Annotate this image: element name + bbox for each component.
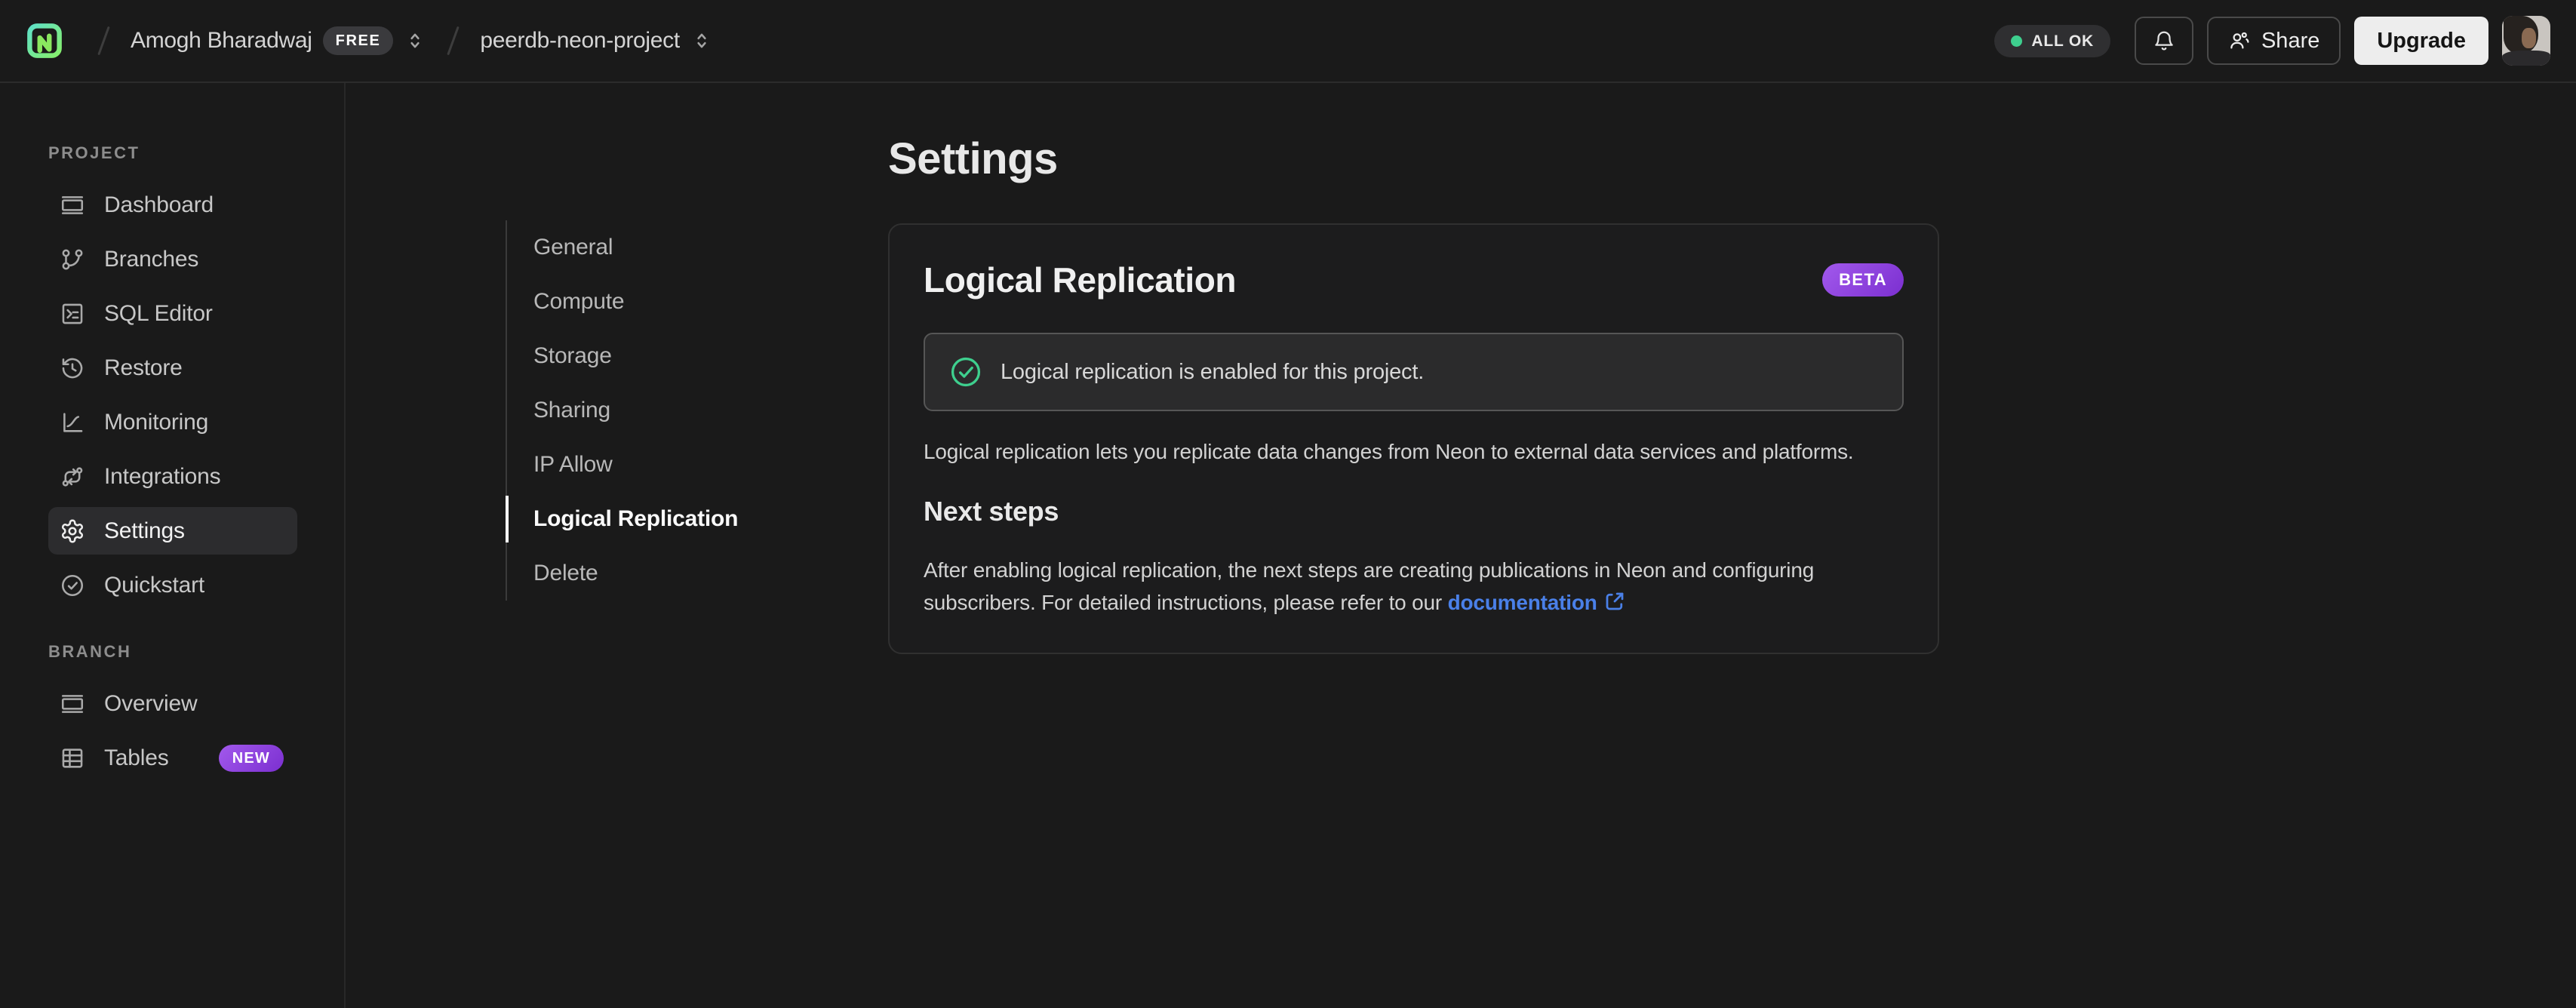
sidebar: PROJECT Dashboard Branches SQL Editor Re… [0,83,346,1008]
sidebar-item-restore[interactable]: Restore [48,344,297,392]
table-icon [60,745,85,771]
avatar-art [2522,28,2536,48]
sidebar-item-settings[interactable]: Settings [48,507,297,555]
next-steps-title: Next steps [924,496,1059,527]
settings-nav-storage[interactable]: Storage [507,329,807,383]
sidebar-section-project: PROJECT [48,143,140,162]
sidebar-item-label: Quickstart [104,572,205,598]
check-circle-icon [60,573,85,598]
page-title: Settings [888,134,1058,183]
upgrade-button[interactable]: Upgrade [2354,17,2488,65]
branch-nav: Overview Tables NEW [48,680,344,782]
settings-nav-compute[interactable]: Compute [507,275,807,329]
share-label: Share [2261,28,2320,53]
terminal-icon [60,301,85,327]
settings-subnav: General Compute Storage Sharing IP Allow… [506,220,807,601]
notifications-button[interactable] [2134,17,2193,65]
neon-logo-icon[interactable] [26,22,63,60]
gear-icon [60,518,85,544]
sidebar-item-sql-editor[interactable]: SQL Editor [48,290,297,337]
sidebar-item-tables[interactable]: Tables NEW [48,734,297,782]
history-icon [60,355,85,381]
users-icon [2230,32,2249,49]
sidebar-item-label: Tables [104,745,169,770]
card-header: Logical Replication BETA [924,257,1904,303]
card-title: Logical Replication [924,260,1237,300]
external-link-icon[interactable] [1603,590,1626,613]
share-button[interactable]: Share [2206,17,2341,65]
success-alert: Logical replication is enabled for this … [924,333,1904,411]
sidebar-section-branch: BRANCH [48,642,132,661]
status-dot-icon [2011,35,2023,47]
breadcrumb-separator [447,26,460,56]
sidebar-item-label: Integrations [104,463,221,489]
check-circle-icon [951,357,981,387]
org-switcher-chevrons-icon[interactable] [404,29,426,52]
logical-replication-card: Logical Replication BETA Logical replica… [888,223,1939,654]
sidebar-item-label: Monitoring [104,409,209,435]
next-steps-text: After enabling logical replication, the … [924,558,1815,614]
sidebar-item-label: Restore [104,355,183,380]
bell-icon [2155,31,2173,51]
alert-text: Logical replication is enabled for this … [1001,359,1425,384]
avatar-art [2502,51,2550,66]
chart-icon [60,410,85,435]
breadcrumb: Amogh Bharadwaj FREE peerdb-neon-project [26,22,713,60]
settings-nav-ip-allow[interactable]: IP Allow [507,438,807,492]
workflow-icon [60,464,85,490]
beta-badge: BETA [1822,263,1904,297]
org-name[interactable]: Amogh Bharadwaj [131,28,312,54]
next-steps-paragraph: After enabling logical replication, the … [924,554,1904,619]
sidebar-item-label: Dashboard [104,192,214,217]
sidebar-item-overview[interactable]: Overview [48,680,297,727]
status-label: ALL OK [2031,32,2094,50]
sidebar-item-integrations[interactable]: Integrations [48,453,297,500]
sidebar-item-quickstart[interactable]: Quickstart [48,561,297,609]
neon-console: Amogh Bharadwaj FREE peerdb-neon-project… [0,0,2576,1008]
main-content: Settings Logical Replication BETA Logica… [888,83,1944,654]
top-bar-actions: ALL OK Share Upgrade [1994,16,2550,66]
sidebar-item-branches[interactable]: Branches [48,235,297,283]
settings-nav-general[interactable]: General [507,220,807,275]
breadcrumb-separator [97,26,110,56]
project-name[interactable]: peerdb-neon-project [480,28,680,54]
git-branch-icon [60,247,85,272]
sidebar-item-label: Settings [104,518,185,543]
top-bar: Amogh Bharadwaj FREE peerdb-neon-project… [0,0,2576,83]
settings-nav-delete[interactable]: Delete [507,546,807,601]
plan-badge: FREE [322,26,394,55]
dashboard-icon [60,691,85,717]
dashboard-icon [60,192,85,218]
card-description: Logical replication lets you replicate d… [924,440,1854,463]
new-badge: NEW [218,744,284,772]
sidebar-item-label: SQL Editor [104,300,213,326]
sidebar-item-dashboard[interactable]: Dashboard [48,181,297,229]
sidebar-item-monitoring[interactable]: Monitoring [48,398,297,446]
project-nav: Dashboard Branches SQL Editor Restore Mo… [48,181,344,609]
sidebar-item-label: Branches [104,246,199,272]
user-avatar[interactable] [2502,16,2550,66]
status-badge[interactable]: ALL OK [1994,24,2110,57]
documentation-link[interactable]: documentation [1448,591,1597,614]
sidebar-item-label: Overview [104,690,198,716]
settings-nav-logical-replication[interactable]: Logical Replication [506,492,807,546]
project-switcher-chevrons-icon[interactable] [690,29,713,52]
settings-nav-sharing[interactable]: Sharing [507,383,807,438]
